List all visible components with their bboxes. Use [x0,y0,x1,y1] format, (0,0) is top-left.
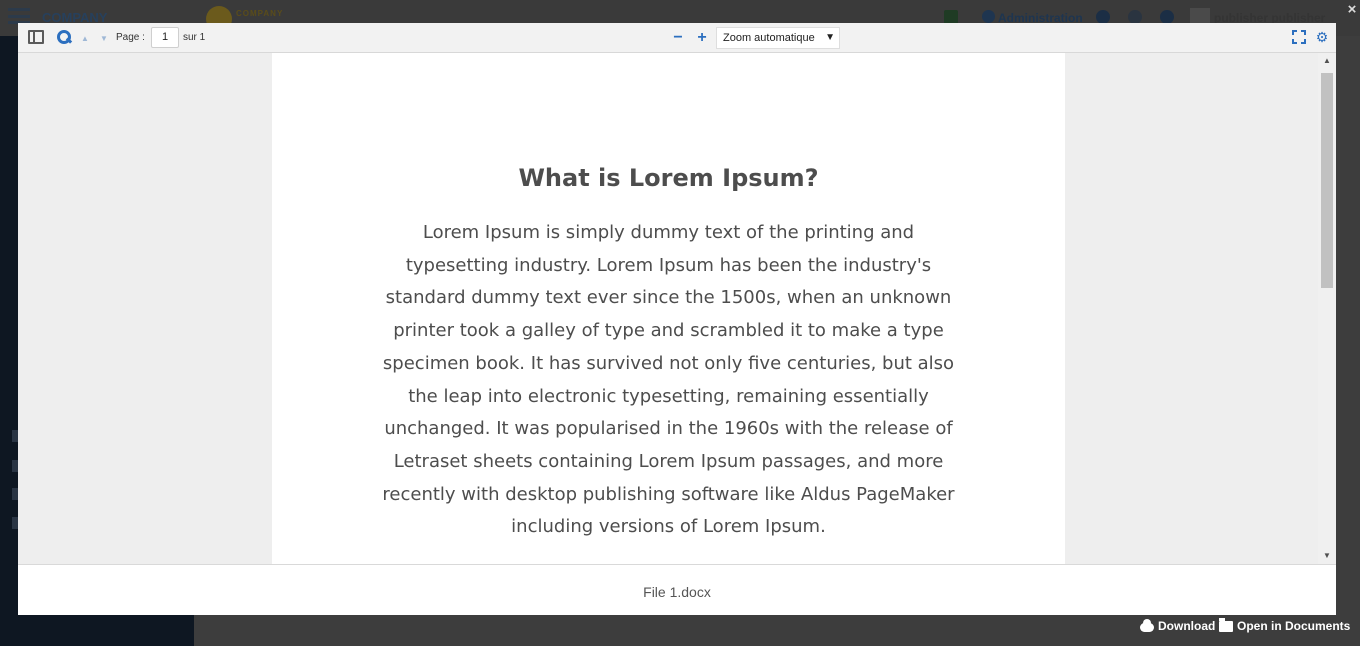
vertical-scrollbar[interactable]: ▲ ▼ [1318,53,1336,564]
hamburger-menu-icon [8,8,30,24]
zoom-in-button[interactable]: + [694,29,710,47]
search-icon [1128,10,1142,24]
company-logo-text: COMPANY [236,9,284,18]
scrollbar-thumb[interactable] [1321,73,1333,288]
download-label: Download [1158,619,1216,633]
document-title: What is Lorem Ipsum? [518,164,819,192]
scroll-up-arrow-icon[interactable]: ▲ [1318,53,1336,69]
zoom-out-button[interactable]: − [670,29,686,47]
document-page: What is Lorem Ipsum? Lorem Ipsum is simp… [272,53,1065,564]
close-icon[interactable]: × [1344,2,1360,18]
apps-icon [944,10,958,24]
document-body: Lorem Ipsum is simply dummy text of the … [382,222,955,538]
page-number-input[interactable]: 1 [151,27,179,48]
search-icon[interactable] [56,29,72,45]
chevron-down-icon: ▼ [825,32,835,43]
document-viewer-modal: ▲ ▼ Page : 1 sur 1 − + Zoom automatique … [18,23,1336,615]
tools-icon[interactable]: ⚙ [1314,29,1330,45]
folder-icon [1219,618,1233,632]
scroll-down-arrow-icon[interactable]: ▼ [1318,548,1336,564]
next-page-button[interactable]: ▼ [98,29,110,49]
fullscreen-icon[interactable] [1292,30,1306,44]
open-in-documents-label: Open in Documents [1237,619,1351,633]
page-label: Page : [116,32,145,43]
document-canvas[interactable]: What is Lorem Ipsum? Lorem Ipsum is simp… [18,53,1336,564]
viewer-toolbar: ▲ ▼ Page : 1 sur 1 − + Zoom automatique … [18,23,1336,53]
viewer-footer: File 1.docx [18,564,1336,615]
file-name: File 1.docx [643,584,711,600]
cloud-download-icon [1140,619,1154,632]
open-in-documents-button[interactable]: Open in Documents [1219,618,1351,635]
download-button[interactable]: Download [1140,619,1215,635]
sidebar-toggle-icon[interactable] [28,30,44,44]
help-icon [1096,10,1110,24]
zoom-select-value: Zoom automatique [723,32,815,44]
gear-icon [982,10,995,23]
previous-page-button[interactable]: ▲ [79,29,91,49]
page-count: sur 1 [183,32,206,43]
notification-icon [1160,10,1174,24]
zoom-select[interactable]: Zoom automatique ▼ [716,27,840,49]
